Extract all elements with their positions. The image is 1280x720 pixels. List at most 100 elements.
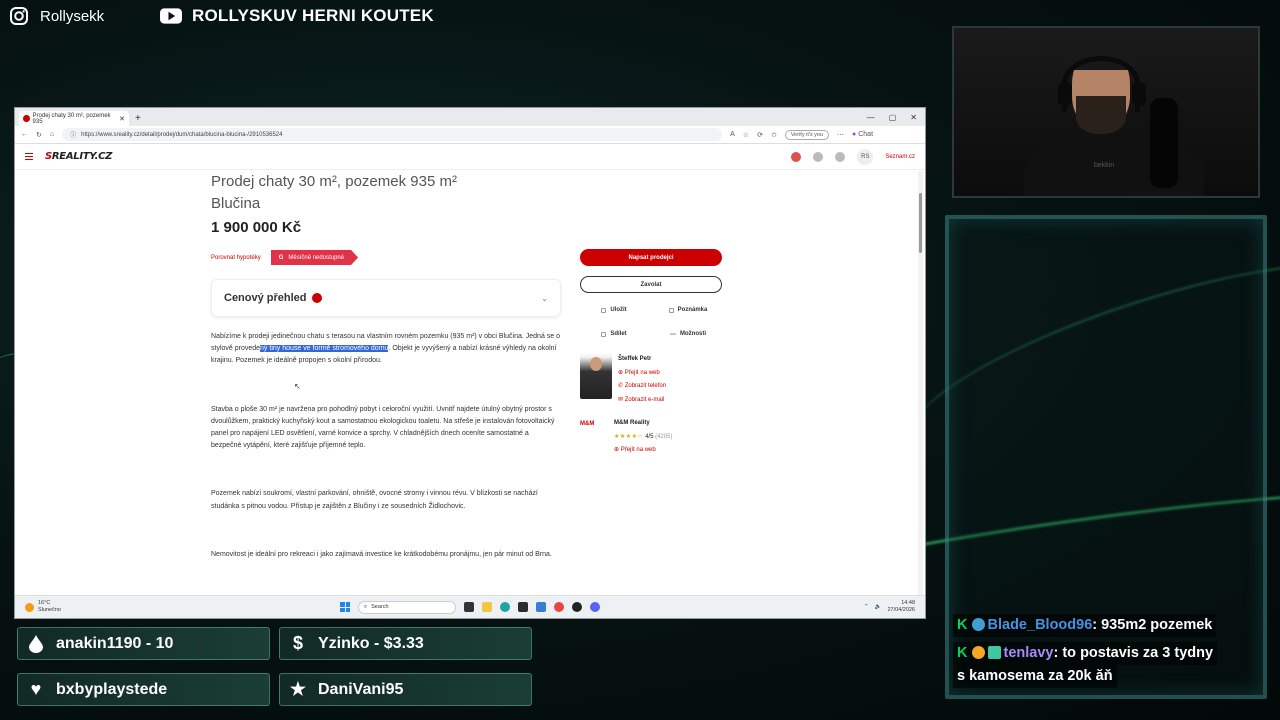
reload-icon[interactable]: ↻ (36, 131, 42, 139)
agent-web-link[interactable]: ⊕ Přejít na web (618, 367, 666, 381)
microphone-icon (1150, 98, 1178, 188)
search-placeholder: Search (371, 604, 389, 610)
search-icon: ⌕ (364, 603, 368, 610)
profile-pill[interactable]: Verify it's you (784, 129, 830, 140)
obs-icon[interactable] (536, 602, 546, 612)
windows-start-icon[interactable] (340, 602, 350, 612)
avatar[interactable]: RS (857, 148, 874, 165)
chat-label: Chat (858, 131, 874, 138)
options-label: Možnosti (680, 331, 706, 337)
hamburger-menu-icon[interactable] (25, 153, 33, 160)
star-icon: ★ (289, 679, 307, 699)
logo-rest: REALITY.CZ (51, 151, 113, 162)
task-view-icon[interactable] (464, 602, 474, 612)
notification-bell-icon[interactable] (813, 151, 824, 162)
gift-badge-icon (987, 646, 1001, 659)
browser-window: Prodej chaty 30 m², pozemek 935 ✕ + — ▢ … (14, 107, 926, 619)
heart-icon: ♥ (30, 679, 42, 699)
sun-icon (25, 602, 34, 612)
options-button[interactable]: ⋯ Možnosti (654, 325, 722, 343)
seznam-account-link[interactable]: Seznam.cz (885, 154, 915, 160)
agency-rating: ★★★★☆ 4/5 (4205) (614, 431, 672, 445)
copilot-icon: ● (852, 131, 857, 138)
read-aloud-icon[interactable]: A (730, 131, 735, 138)
phone-icon: ✆ (618, 383, 624, 389)
mortgage-banner[interactable]: G Měsíčně nedostupné (270, 250, 359, 265)
home-icon[interactable]: ⌂ (50, 131, 54, 138)
scrollbar-thumb[interactable] (919, 193, 922, 253)
clock[interactable]: 14:48 27/04/2026 (887, 600, 915, 614)
more-menu-icon[interactable]: ⋯ (837, 131, 844, 139)
file-explorer-icon[interactable] (482, 602, 492, 612)
tab-title: Prodej chaty 30 m², pozemek 935 (32, 112, 111, 125)
discord-icon[interactable] (590, 602, 600, 612)
chat-text: : to postavis za 3 tydny (1053, 645, 1214, 661)
chat-username[interactable]: Blade_Blood96 (988, 617, 1093, 633)
para1-highlighted-text: ný tiny house ve formě stromového domu (260, 345, 389, 353)
call-button[interactable]: Zavolat (580, 276, 722, 293)
chat-bubble-icon[interactable] (835, 151, 846, 162)
app-icon-dark[interactable] (572, 602, 582, 612)
agent-photo (580, 353, 612, 399)
goal-text: bxbyplaystede (56, 680, 168, 698)
chevron-down-icon[interactable]: ⌄ (541, 294, 548, 303)
header-actions: RS Seznam.cz (791, 148, 915, 165)
agent-phone-label: Zobrazit telefon (624, 383, 667, 389)
agency-rating-value: 4/5 (645, 433, 654, 440)
maximize-icon[interactable]: ▢ (889, 110, 897, 126)
latest-follower-bar: ♥ bxbyplaystede (17, 673, 270, 706)
action-grid: Uložit Poznámka Sdílet ⋯ Možnosti (580, 301, 722, 343)
close-window-icon[interactable]: ✕ (910, 110, 917, 126)
save-button[interactable]: Uložit (580, 301, 648, 319)
favorite-star-icon[interactable]: ☆ (743, 131, 749, 139)
minimize-icon[interactable]: — (867, 110, 875, 126)
windows-taskbar: 16°C Slunečno ⌕ Search ⌃ 🔈 14:48 27/04/2026 (15, 595, 925, 618)
store-icon[interactable] (518, 602, 528, 612)
write-seller-button[interactable]: Napsat prodejci (580, 249, 722, 266)
agency-name: M&M Reality (614, 420, 650, 426)
latest-donation-bar: anakin1190 - 10 (17, 627, 270, 660)
top-tip-bar: $ Yzinko - $3.33 (279, 627, 532, 660)
edge-icon[interactable] (500, 602, 510, 612)
chat-username[interactable]: tenlavy (1004, 645, 1054, 661)
tray-chevron-icon[interactable]: ⌃ (864, 604, 869, 610)
price-overview-panel[interactable]: Cenový přehled ⌄ (211, 279, 561, 317)
new-tab-icon[interactable]: + (135, 112, 141, 126)
share-icon (601, 331, 607, 337)
instagram-icon (8, 5, 30, 27)
note-label: Poznámka (677, 307, 708, 313)
share-button[interactable]: Sdílet (580, 325, 648, 343)
back-icon[interactable]: ← (21, 131, 28, 138)
tab-bar: Prodej chaty 30 m², pozemek 935 ✕ + — ▢ … (15, 108, 925, 126)
goal-text: anakin1190 - 10 (56, 634, 174, 652)
note-button[interactable]: Poznámka (654, 301, 722, 319)
agent-phone-link[interactable]: ✆ Zobrazit telefon (618, 380, 666, 394)
bookmark-icon (601, 307, 607, 313)
copilot-chat-button[interactable]: ● Chat (852, 131, 873, 138)
close-tab-icon[interactable]: ✕ (119, 115, 125, 123)
sreality-logo[interactable]: SREALITY.CZ (45, 151, 112, 162)
url-text: https://www.sreality.cz/detail/prodej/du… (81, 131, 283, 138)
volume-icon[interactable]: 🔈 (875, 604, 882, 610)
browser-tab[interactable]: Prodej chaty 30 m², pozemek 935 ✕ (19, 111, 129, 126)
address-bar[interactable]: ⓘ https://www.sreality.cz/detail/prodej/… (62, 128, 723, 141)
headset-right-cup (1132, 82, 1146, 106)
agency-logo[interactable]: M&M (580, 421, 606, 435)
price-overview-badge-icon (311, 293, 322, 303)
favorites-icon[interactable]: ✩ (771, 131, 777, 139)
agency-web-link[interactable]: ⊕ Přejít na web (614, 444, 672, 458)
app-icon-red[interactable] (554, 602, 564, 612)
weather-widget[interactable]: 16°C Slunečno (25, 600, 61, 614)
listing-title: Prodej chaty 30 m², pozemek 935 m² (211, 173, 457, 190)
taskbar-center: ⌕ Search (340, 600, 600, 614)
refresh-icon[interactable]: ⟳ (757, 131, 763, 139)
youtube-channel-text: ROLLYSKUV HERNI KOUTEK (192, 6, 434, 25)
site-info-icon[interactable]: ⓘ (70, 130, 76, 139)
instagram-handle-text: Rollysekk (40, 7, 105, 25)
listing-main: Prodej chaty 30 m², pozemek 935 m² Bluči… (211, 171, 561, 561)
taskbar-search[interactable]: ⌕ Search (358, 600, 456, 614)
compare-mortgage-link[interactable]: Porovnat hypotéky (211, 255, 261, 261)
mail-icon[interactable] (791, 151, 802, 162)
agent-email-link[interactable]: ✉ Zobrazit e-mail (618, 394, 666, 408)
webcam-feed: bekkin (952, 26, 1260, 198)
